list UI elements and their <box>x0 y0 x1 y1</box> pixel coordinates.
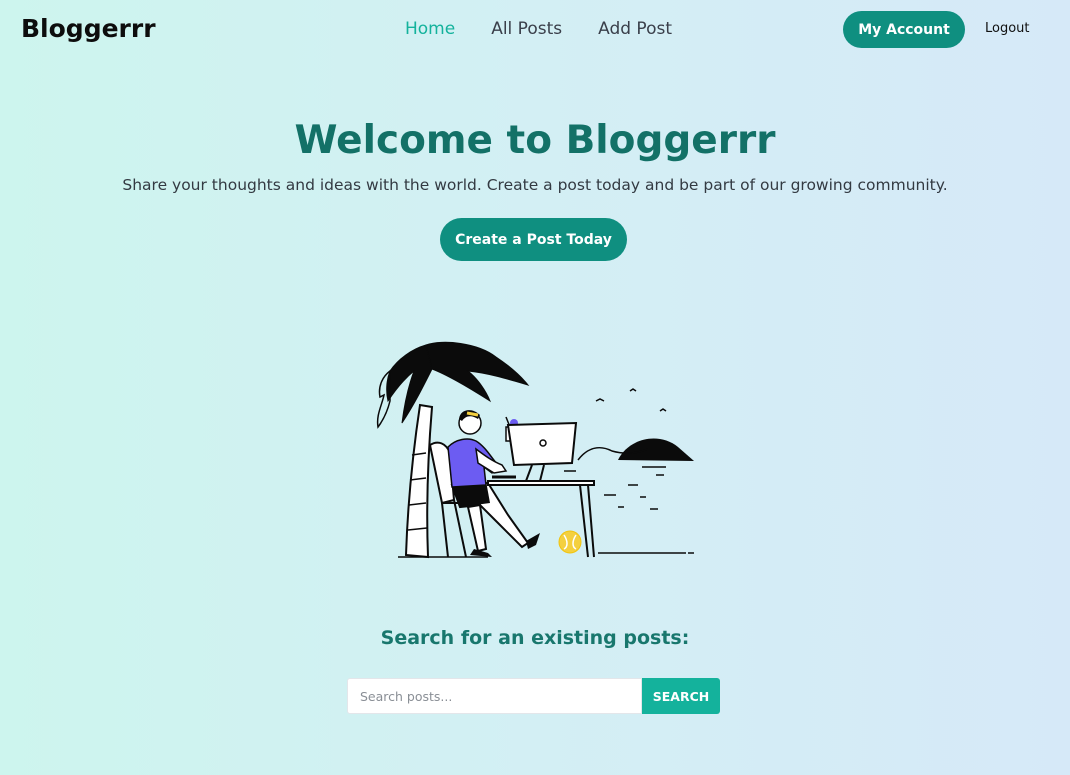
top-navbar: Bloggerrr Home All Posts Add Post My Acc… <box>0 0 1070 60</box>
search-heading: Search for an existing posts: <box>380 627 690 649</box>
nav-link-add-post[interactable]: Add Post <box>598 19 672 39</box>
hero-title: Welcome to Bloggerrr <box>294 118 776 163</box>
logout-link[interactable]: Logout <box>985 21 1030 36</box>
hero-subtitle: Share your thoughts and ideas with the w… <box>122 176 948 194</box>
create-post-button[interactable]: Create a Post Today <box>440 218 627 261</box>
search-input[interactable] <box>347 678 642 714</box>
nav-link-home[interactable]: Home <box>405 19 455 39</box>
person-working-on-laptop-under-palm-tree-icon <box>376 341 694 559</box>
brand-logo[interactable]: Bloggerrr <box>21 14 156 43</box>
my-account-button[interactable]: My Account <box>843 11 965 48</box>
nav-link-all-posts[interactable]: All Posts <box>491 19 562 39</box>
search-button[interactable]: SEARCH <box>642 678 720 714</box>
nav-links: Home All Posts Add Post <box>405 19 708 39</box>
